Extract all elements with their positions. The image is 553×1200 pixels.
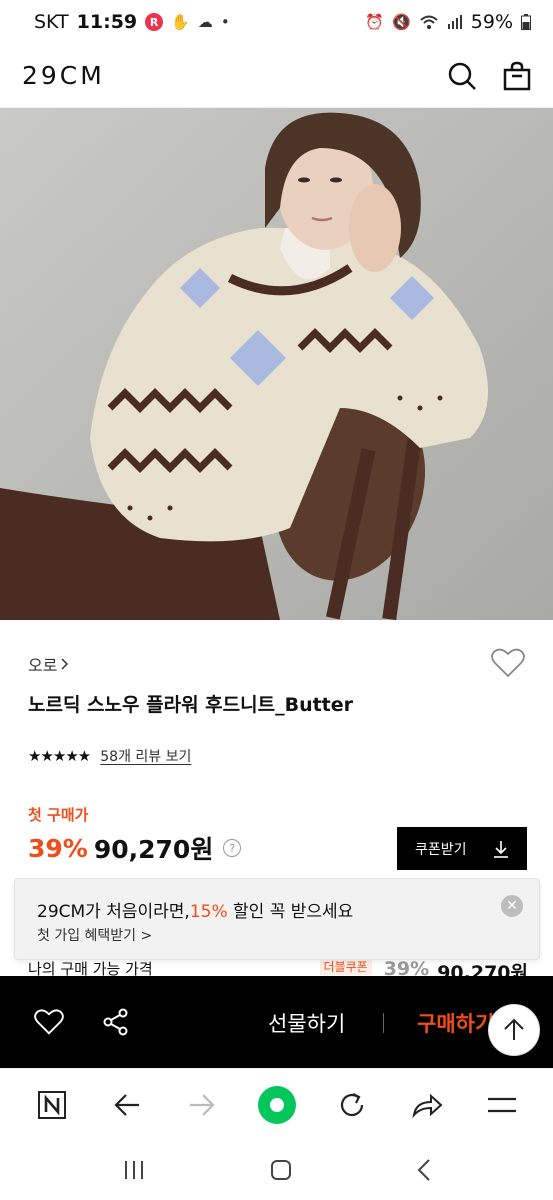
share-arrow-icon: [412, 1093, 442, 1118]
my-price-value: 90,270원: [437, 962, 528, 976]
heart-icon[interactable]: [34, 1009, 64, 1035]
signal-icon: [447, 15, 462, 29]
product-image[interactable]: [0, 108, 553, 620]
my-price-label: 나의 구매 가능 가격: [28, 960, 153, 976]
brand-link[interactable]: 오로: [28, 652, 69, 676]
first-purchase-label: 첫 구매가: [28, 806, 89, 824]
cloud-icon: ☁: [197, 13, 213, 31]
double-coupon-tag: 더블쿠폰: [319, 958, 372, 975]
promo-suffix: 할인 꼭 받으세요: [227, 902, 354, 922]
notification-badge-icon: R: [145, 13, 164, 31]
home-icon[interactable]: [269, 1158, 293, 1182]
share-icon[interactable]: [102, 1008, 130, 1036]
back-icon: [113, 1093, 139, 1116]
discount-rate: 39%: [28, 833, 88, 863]
app-header: 29CM: [0, 44, 553, 108]
battery-icon: [521, 14, 531, 30]
promo-highlight: 15%: [189, 902, 228, 922]
promo-message: 29CM가 처음이라면,15% 할인 꼭 받으세요: [37, 897, 353, 922]
price-row: 39% 90,270원 ?: [28, 830, 242, 866]
promo-toast[interactable]: 29CM가 처음이라면,15% 할인 꼭 받으세요 첫 가입 혜택받기 > ✕: [14, 878, 540, 960]
forward-button[interactable]: [180, 1083, 224, 1127]
review-link[interactable]: 58개 리뷰 보기: [100, 746, 191, 766]
back-button[interactable]: [105, 1083, 149, 1127]
hand-icon: ✋: [171, 13, 190, 31]
my-price-row[interactable]: 나의 구매 가능 가격 더블쿠폰 39% 90,270원: [28, 958, 528, 976]
help-icon[interactable]: ?: [223, 839, 242, 857]
clock: 11:59: [76, 11, 138, 33]
refresh-icon: [340, 1092, 363, 1116]
scroll-top-button[interactable]: [488, 1004, 540, 1056]
divider: [383, 1013, 384, 1033]
chevron-right-icon: [61, 658, 69, 670]
home-dot-icon: [257, 1085, 296, 1124]
refresh-button[interactable]: [330, 1083, 374, 1127]
nav-back-icon[interactable]: [416, 1158, 432, 1182]
rating: ★★★★★ 58개 리뷰 보기: [28, 746, 191, 766]
menu-button[interactable]: [480, 1083, 524, 1127]
coupon-button[interactable]: 쿠폰받기: [397, 827, 527, 870]
search-icon[interactable]: [447, 61, 477, 91]
carrier: SKT: [34, 11, 69, 33]
heart-icon[interactable]: [491, 648, 525, 678]
alarm-icon: ⏰: [365, 13, 385, 31]
promo-prefix: 29CM가 처음이라면,: [37, 902, 190, 922]
dot-icon: •: [220, 13, 230, 31]
brand-name: 오로: [28, 656, 58, 675]
forward-icon: [189, 1093, 215, 1116]
buy-button[interactable]: 구매하기: [417, 1008, 494, 1038]
signup-benefit-link[interactable]: 첫 가입 혜택받기 >: [37, 925, 152, 945]
wifi-icon: [420, 15, 438, 29]
recent-apps-icon[interactable]: [122, 1159, 146, 1181]
naver-home-button[interactable]: [30, 1083, 74, 1127]
close-icon[interactable]: ✕: [501, 895, 523, 917]
download-icon: [494, 840, 508, 858]
price: 90,270원: [93, 835, 214, 864]
naver-n-icon: [37, 1090, 66, 1119]
my-price-discount: 39%: [383, 958, 430, 976]
share-arrow-button[interactable]: [405, 1083, 449, 1127]
brand-logo[interactable]: 29CM: [22, 61, 105, 90]
rating-stars: ★★★★★: [28, 747, 91, 765]
browser-toolbar: [0, 1068, 553, 1140]
system-nav: [0, 1140, 553, 1200]
coupon-label: 쿠폰받기: [415, 841, 467, 858]
cart-icon[interactable]: [503, 61, 531, 91]
mute-icon: 🔇: [392, 13, 411, 31]
gift-button[interactable]: 선물하기: [268, 1008, 345, 1038]
battery-percent: 59%: [470, 11, 513, 33]
green-dot-button[interactable]: [255, 1083, 299, 1127]
status-bar: SKT 11:59 R ✋ ☁ • ⏰ 🔇 59%: [0, 0, 553, 44]
arrow-up-icon: [504, 1018, 524, 1040]
menu-icon: [487, 1097, 516, 1112]
product-title: 노르딕 스노우 플라워 후드니트_Butter: [28, 694, 354, 716]
